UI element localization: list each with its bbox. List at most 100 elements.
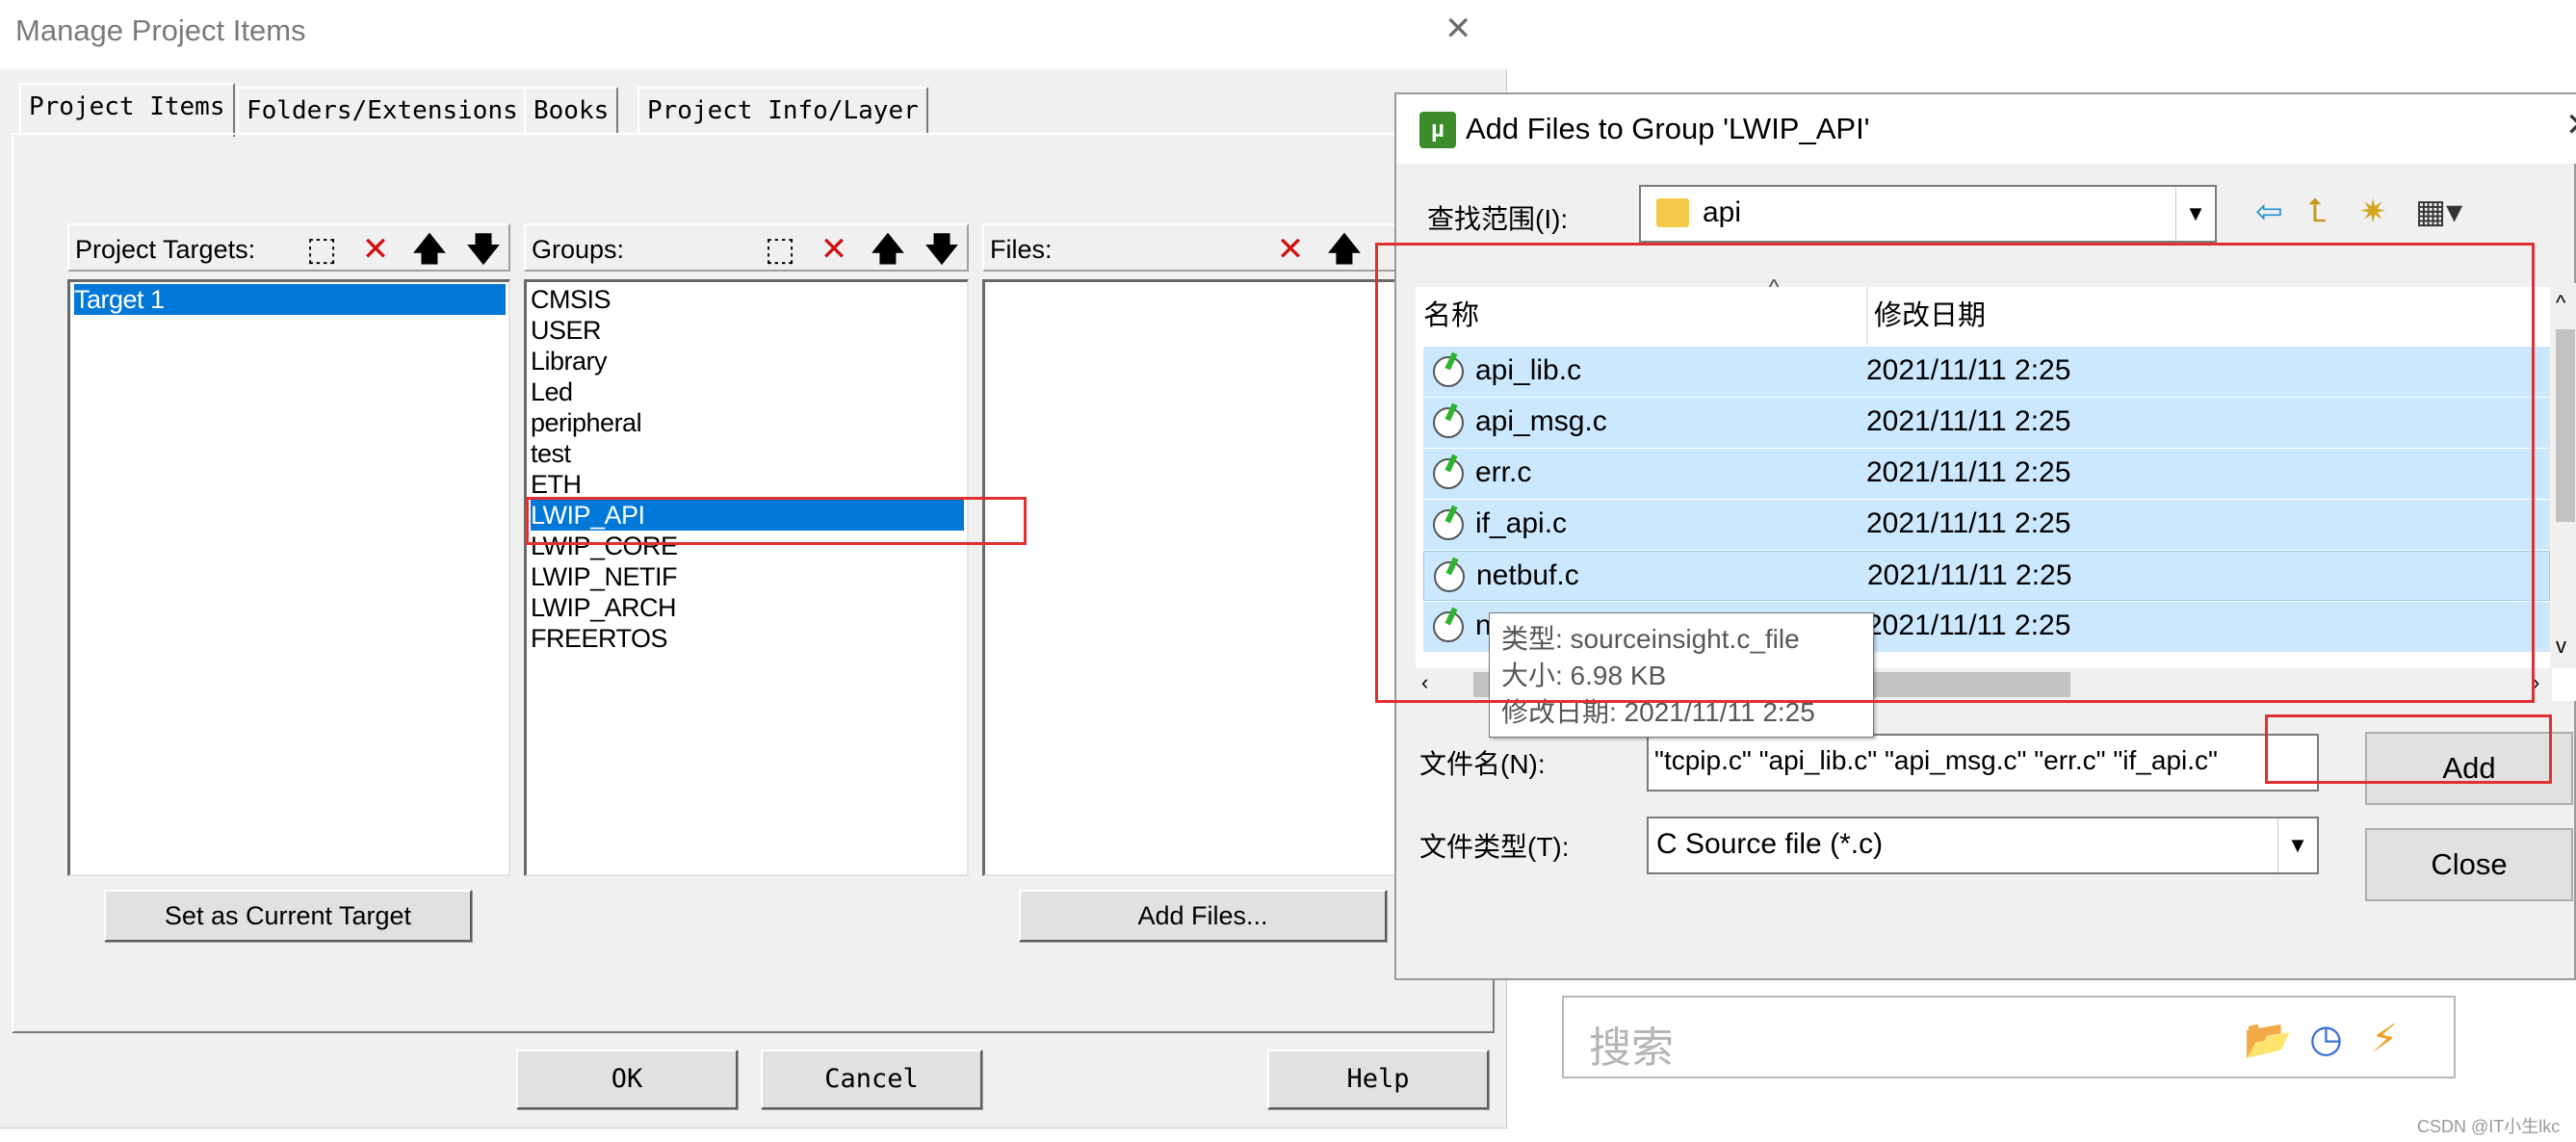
search-bar[interactable]: 搜索 📂 ◷ ⚡ bbox=[1562, 996, 2456, 1078]
file-name: netbuf.c bbox=[1476, 559, 1579, 591]
back-arrow-icon[interactable]: ⇦ bbox=[2255, 193, 2283, 231]
move-up-arrow-icon[interactable]: 🡅 bbox=[1323, 231, 1366, 268]
file-type-value: C Source file (*.c) bbox=[1656, 828, 1884, 860]
clock-icon[interactable]: ◷ bbox=[2309, 1017, 2343, 1061]
column-header-name[interactable]: 名称 bbox=[1416, 287, 1479, 345]
file-type-label: 文件类型(T): bbox=[1419, 832, 1570, 862]
chevron-down-icon[interactable]: ▼ bbox=[2277, 818, 2317, 872]
add-button[interactable]: Add bbox=[2365, 732, 2573, 805]
scroll-down-icon[interactable]: v bbox=[2556, 634, 2566, 659]
file-name: api_msg.c bbox=[1475, 405, 1607, 437]
groups-header: Groups: ⬚ ✕ 🡅 🡇 bbox=[524, 223, 969, 272]
scroll-left-icon[interactable]: ‹ bbox=[1421, 670, 1428, 695]
new-folder-icon[interactable]: ✷ bbox=[2359, 193, 2387, 231]
add-files-dialog: µ Add Files to Group 'LWIP_API' ✕ 查找范围(I… bbox=[1394, 92, 2576, 980]
search-input[interactable]: 搜索 bbox=[1589, 1013, 1674, 1075]
groups-label: Groups: bbox=[532, 235, 625, 264]
look-in-combo[interactable]: api ▼ bbox=[1639, 185, 2217, 243]
delete-x-icon[interactable]: ✕ bbox=[813, 231, 855, 268]
list-item[interactable]: CMSIS bbox=[531, 284, 611, 315]
close-icon[interactable]: ✕ bbox=[2565, 106, 2576, 144]
tooltip-date: 修改日期: 2021/11/11 2:25 bbox=[1501, 697, 1815, 727]
keil-app-icon: µ bbox=[1419, 112, 1456, 148]
file-row[interactable]: api_msg.c 2021/11/11 2:25 bbox=[1423, 398, 2550, 448]
close-icon[interactable]: ✕ bbox=[1444, 10, 1472, 48]
window-title: Manage Project Items bbox=[15, 13, 306, 47]
add-files-button[interactable]: Add Files... bbox=[1019, 890, 1387, 942]
targets-label: Project Targets: bbox=[75, 235, 256, 264]
folder-icon[interactable]: 📂 bbox=[2244, 1017, 2292, 1062]
list-item[interactable]: LWIP_NETIF bbox=[531, 561, 678, 592]
delete-x-icon[interactable]: ✕ bbox=[354, 231, 397, 268]
files-header: Files: ✕ 🡅 bbox=[982, 223, 1400, 272]
dialog-title-bar: µ Add Files to Group 'LWIP_API' ✕ bbox=[1396, 94, 2576, 164]
move-down-arrow-icon[interactable]: 🡇 bbox=[921, 231, 963, 268]
file-modified: 2021/11/11 2:25 bbox=[1866, 354, 2071, 386]
list-item[interactable]: FREERTOS bbox=[531, 623, 668, 654]
view-menu-icon[interactable]: ▦▾ bbox=[2415, 193, 2462, 231]
file-modified: 2021/11/11 2:25 bbox=[1866, 405, 2071, 437]
list-item[interactable]: LWIP_CORE bbox=[531, 531, 678, 561]
look-in-value: api bbox=[1703, 196, 1742, 228]
scroll-right-icon[interactable]: › bbox=[2533, 670, 2539, 695]
new-item-icon[interactable]: ⬚ bbox=[300, 231, 343, 268]
list-item[interactable]: Led bbox=[531, 376, 573, 407]
file-tooltip: 类型: sourceinsight.c_file 大小: 6.98 KB 修改日… bbox=[1489, 612, 1874, 738]
list-item[interactable]: USER bbox=[531, 315, 602, 346]
file-row[interactable]: api_lib.c 2021/11/11 2:25 bbox=[1423, 347, 2550, 397]
set-current-target-button[interactable]: Set as Current Target bbox=[104, 890, 472, 942]
list-item-selected[interactable]: LWIP_API bbox=[531, 500, 964, 531]
list-item[interactable]: Library bbox=[531, 346, 608, 376]
help-button[interactable]: Help bbox=[1267, 1050, 1489, 1109]
groups-listbox[interactable]: CMSIS USER Library Led peripheral test E… bbox=[524, 279, 969, 876]
c-file-icon bbox=[1433, 509, 1464, 540]
list-item[interactable]: test bbox=[531, 438, 571, 469]
tooltip-size: 大小: 6.98 KB bbox=[1501, 661, 1667, 690]
file-row[interactable]: err.c 2021/11/11 2:25 bbox=[1423, 449, 2550, 499]
chevron-down-icon[interactable]: ▼ bbox=[2175, 187, 2215, 241]
file-name: api_lib.c bbox=[1475, 354, 1582, 386]
tooltip-type: 类型: sourceinsight.c_file bbox=[1501, 624, 1800, 654]
list-item[interactable]: peripheral bbox=[531, 407, 642, 438]
ok-button[interactable]: OK bbox=[516, 1050, 738, 1109]
move-up-arrow-icon[interactable]: 🡅 bbox=[867, 231, 909, 268]
vertical-scrollbar[interactable]: ^ v bbox=[2550, 283, 2576, 668]
file-name: if_api.c bbox=[1475, 507, 1568, 539]
file-row[interactable]: if_api.c 2021/11/11 2:25 bbox=[1423, 500, 2550, 550]
tab-folders-extensions[interactable]: Folders/Extensions bbox=[237, 87, 528, 135]
c-file-icon bbox=[1433, 356, 1464, 387]
scroll-up-icon[interactable]: ^ bbox=[2556, 291, 2565, 316]
file-modified: 2021/11/11 2:25 bbox=[1866, 456, 2071, 488]
lightning-icon[interactable]: ⚡ bbox=[2371, 1017, 2398, 1061]
look-in-label: 查找范围(I): bbox=[1427, 204, 1569, 234]
c-file-icon bbox=[1434, 561, 1465, 592]
delete-x-icon[interactable]: ✕ bbox=[1269, 231, 1312, 268]
dialog-title: Add Files to Group 'LWIP_API' bbox=[1466, 112, 1870, 145]
tab-project-items[interactable]: Project Items bbox=[19, 83, 235, 137]
file-type-select[interactable]: C Source file (*.c) ▼ bbox=[1647, 817, 2319, 874]
file-modified: 2021/11/11 2:25 bbox=[1866, 610, 2071, 641]
watermark: CSDN @IT小生lkc bbox=[2417, 1117, 2561, 1136]
move-up-arrow-icon[interactable]: 🡅 bbox=[408, 231, 451, 268]
scroll-thumb[interactable] bbox=[2556, 329, 2575, 522]
manage-project-items-window: Manage Project Items ✕ Project Items Fol… bbox=[0, 0, 1507, 1129]
file-name: err.c bbox=[1475, 456, 1532, 488]
files-listbox[interactable] bbox=[982, 279, 1400, 876]
cancel-button[interactable]: Cancel bbox=[761, 1050, 982, 1109]
file-row-focused[interactable]: netbuf.c 2021/11/11 2:25 bbox=[1423, 551, 2550, 601]
file-modified: 2021/11/11 2:25 bbox=[1866, 507, 2071, 539]
up-folder-icon[interactable]: ⮤ bbox=[2307, 193, 2327, 230]
targets-listbox[interactable]: Target 1 bbox=[67, 279, 510, 876]
column-header-modified[interactable]: 修改日期 bbox=[1866, 287, 1986, 345]
tab-project-info-layer[interactable]: Project Info/Layer bbox=[637, 87, 928, 135]
c-file-icon bbox=[1433, 458, 1464, 489]
list-item[interactable]: ETH bbox=[531, 469, 582, 500]
new-item-icon[interactable]: ⬚ bbox=[759, 231, 801, 268]
tab-books[interactable]: Books bbox=[524, 87, 619, 135]
move-down-arrow-icon[interactable]: 🡇 bbox=[462, 231, 505, 268]
list-item[interactable]: Target 1 bbox=[74, 284, 506, 315]
close-button[interactable]: Close bbox=[2365, 828, 2573, 901]
list-item[interactable]: LWIP_ARCH bbox=[531, 592, 677, 623]
c-file-icon bbox=[1433, 407, 1464, 438]
file-name-input[interactable]: "tcpip.c" "api_lib.c" "api_msg.c" "err.c… bbox=[1647, 734, 2319, 792]
